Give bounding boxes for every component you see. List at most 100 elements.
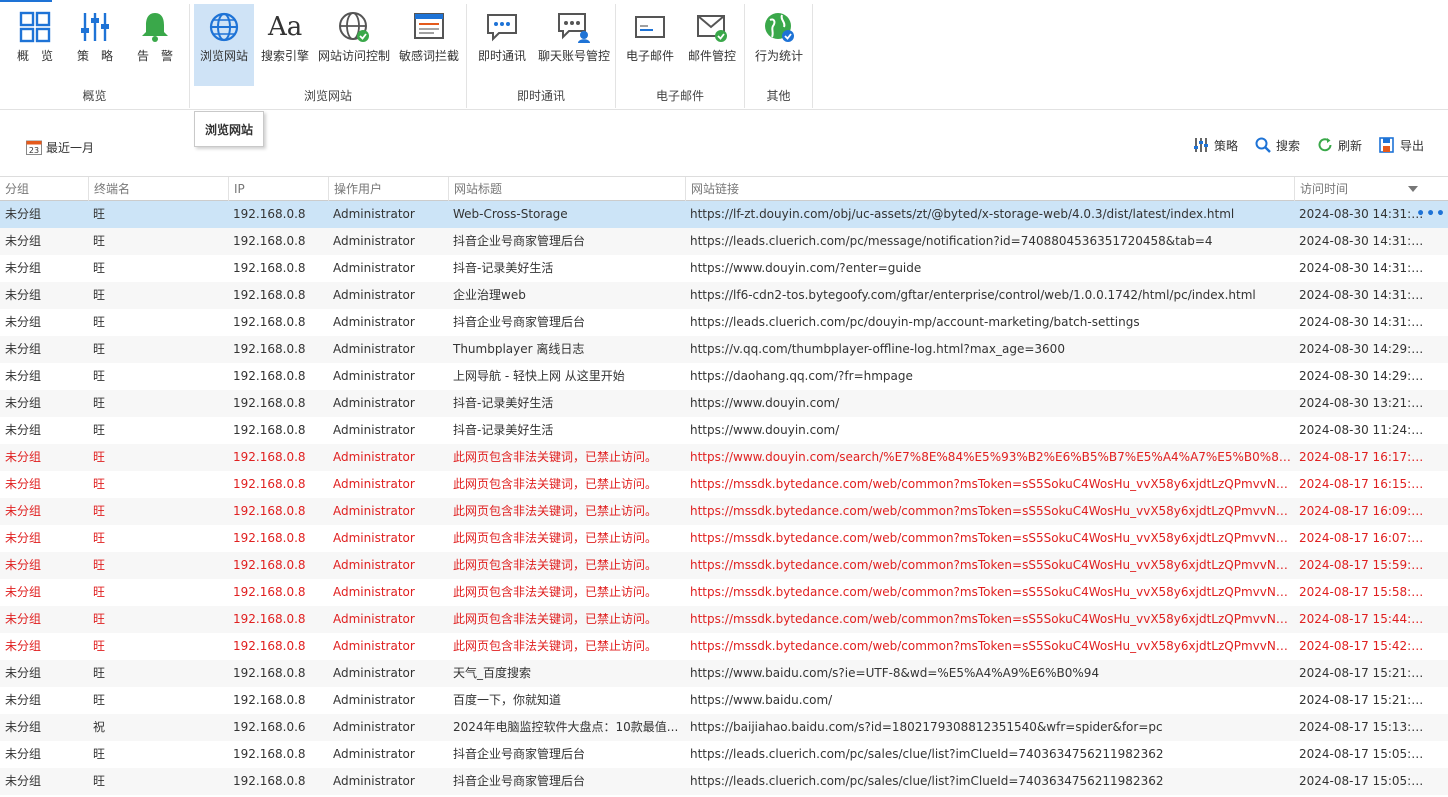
- sort-descending-icon[interactable]: [1408, 186, 1418, 192]
- table-row[interactable]: 未分组 旺 192.168.0.8 Administrator 此网页包含非法关键词，已…: [0, 471, 1448, 498]
- cell-url: https://www.douyin.com/: [690, 396, 840, 410]
- cell-user: Administrator: [333, 288, 415, 302]
- cell-ip: 192.168.0.8: [233, 774, 306, 788]
- cell-time: 2024-08-17 16:15:21: [1299, 477, 1424, 491]
- table-row[interactable]: 未分组 旺 192.168.0.8 Administrator 此网页包含非法关键词，已…: [0, 444, 1448, 471]
- cell-title: 此网页包含非法关键词，已禁止访问。: [453, 450, 658, 464]
- cell-ip: 192.168.0.6: [233, 720, 306, 734]
- search-action-label: 搜索: [1275, 138, 1300, 153]
- table-row[interactable]: 未分组 旺 192.168.0.8 Administrator 此网页包含非法关键词，已…: [0, 498, 1448, 525]
- cell-title: 此网页包含非法关键词，已禁止访问。: [453, 477, 658, 491]
- cell-user: Administrator: [333, 261, 415, 275]
- column-header-group[interactable]: 分组: [0, 177, 88, 201]
- chat-account-control-button-label: 聊天账号管控: [537, 49, 610, 63]
- cell-url: https://leads.cluerich.com/pc/sales/clue…: [690, 747, 1164, 761]
- column-header-title[interactable]: 网站标题: [448, 177, 685, 201]
- cell-ip: 192.168.0.8: [233, 747, 306, 761]
- refresh-action-label: 刷新: [1337, 138, 1362, 153]
- cell-title: 抖音-记录美好生活: [453, 396, 554, 410]
- cell-user: Administrator: [333, 612, 415, 626]
- cell-url: https://mssdk.bytedance.com/web/common?m…: [690, 531, 1294, 545]
- cell-time: 2024-08-17 15:21:04: [1299, 666, 1424, 680]
- table-row[interactable]: 未分组 旺 192.168.0.8 Administrator 此网页包含非法关键词，已…: [0, 552, 1448, 579]
- column-header-terminal[interactable]: 终端名: [88, 177, 228, 201]
- row-more-options-icon[interactable]: •••: [1416, 201, 1446, 228]
- behavior-stats-button[interactable]: 行为统计: [749, 4, 809, 86]
- email-button[interactable]: 电子邮件: [620, 4, 680, 86]
- table-row[interactable]: 未分组 旺 192.168.0.8 Administrator 抖音-记录美好生活 htt…: [0, 417, 1448, 444]
- column-header-url[interactable]: 网站链接: [685, 177, 1294, 201]
- column-header-user[interactable]: 操作用户: [328, 177, 448, 201]
- cell-terminal: 旺: [93, 396, 106, 410]
- browse-website-button[interactable]: 浏览网站: [194, 4, 254, 86]
- column-header-time[interactable]: 访问时间: [1294, 177, 1424, 201]
- policy-button[interactable]: 策 略: [66, 4, 124, 86]
- cell-group: 未分组: [5, 369, 42, 383]
- cell-group: 未分组: [5, 693, 42, 707]
- date-range-filter[interactable]: 23 最近一月: [26, 138, 94, 156]
- table-row[interactable]: 未分组 旺 192.168.0.8 Administrator Web-Cross-St…: [0, 201, 1448, 228]
- globe-icon: [209, 12, 239, 42]
- search-action-button[interactable]: 搜索: [1254, 136, 1300, 154]
- date-range-label: 最近一月: [46, 140, 95, 155]
- policy-action-button[interactable]: 策略: [1192, 136, 1238, 154]
- sensitive-keyword-block-button[interactable]: 敏感词拦截: [394, 4, 464, 86]
- cell-user: Administrator: [333, 720, 415, 734]
- table-row[interactable]: 未分组 旺 192.168.0.8 Administrator 此网页包含非法关键词，已…: [0, 606, 1448, 633]
- table-row[interactable]: 未分组 旺 192.168.0.8 Administrator 上网导航 - 轻快上网 …: [0, 363, 1448, 390]
- table-row[interactable]: 未分组 旺 192.168.0.8 Administrator 此网页包含非法关键词，已…: [0, 579, 1448, 606]
- search-engine-button[interactable]: Aa 搜索引擎: [256, 4, 314, 86]
- cell-ip: 192.168.0.8: [233, 342, 306, 356]
- cell-group: 未分组: [5, 450, 42, 464]
- table-row[interactable]: 未分组 旺 192.168.0.8 Administrator 企业治理web https…: [0, 282, 1448, 309]
- table-row[interactable]: 未分组 旺 192.168.0.8 Administrator 百度一下，你就知道 htt…: [0, 687, 1448, 714]
- table-row[interactable]: 未分组 旺 192.168.0.8 Administrator 此网页包含非法关键词，已…: [0, 633, 1448, 660]
- table-row[interactable]: 未分组 旺 192.168.0.8 Administrator 抖音-记录美好生活 htt…: [0, 390, 1448, 417]
- table-row[interactable]: 未分组 旺 192.168.0.8 Administrator 抖音企业号商家管理后台 h…: [0, 309, 1448, 336]
- cell-ip: 192.168.0.8: [233, 558, 306, 572]
- cell-url: https://mssdk.bytedance.com/web/common?m…: [690, 477, 1294, 491]
- cell-user: Administrator: [333, 396, 415, 410]
- overview-button[interactable]: 概 览: [6, 4, 64, 86]
- cell-ip: 192.168.0.8: [233, 693, 306, 707]
- instant-messaging-button[interactable]: 即时通讯: [471, 4, 533, 86]
- cell-time: 2024-08-30 14:31:30: [1299, 234, 1424, 248]
- refresh-action-button[interactable]: 刷新: [1316, 136, 1362, 154]
- cell-group: 未分组: [5, 612, 42, 626]
- chat-account-control-button[interactable]: 聊天账号管控: [535, 4, 613, 86]
- table-row[interactable]: 未分组 旺 192.168.0.8 Administrator 抖音企业号商家管理后台 h…: [0, 768, 1448, 795]
- search-engine-aa-icon: Aa: [268, 12, 303, 42]
- cell-group: 未分组: [5, 288, 42, 302]
- table-row[interactable]: 未分组 旺 192.168.0.8 Administrator Thumbplayer …: [0, 336, 1448, 363]
- email-control-button[interactable]: 邮件管控: [682, 4, 742, 86]
- ribbon-group-other: 行为统计 其他: [745, 4, 813, 108]
- cell-time: 2024-08-17 15:21:03: [1299, 693, 1424, 707]
- cell-ip: 192.168.0.8: [233, 450, 306, 464]
- cell-terminal: 旺: [93, 369, 106, 383]
- cell-ip: 192.168.0.8: [233, 531, 306, 545]
- cell-url: https://mssdk.bytedance.com/web/common?m…: [690, 504, 1294, 518]
- cell-time: 2024-08-17 15:05:11: [1299, 774, 1424, 788]
- cell-group: 未分组: [5, 477, 42, 491]
- website-access-control-button[interactable]: 网站访问控制: [316, 4, 392, 86]
- cell-group: 未分组: [5, 342, 42, 356]
- cell-title: 上网导航 - 轻快上网 从这里开始: [453, 369, 625, 383]
- table-row[interactable]: 未分组 旺 192.168.0.8 Administrator 天气_百度搜索 https…: [0, 660, 1448, 687]
- alarm-button-label: 告 警: [136, 49, 173, 63]
- cell-group: 未分组: [5, 639, 42, 653]
- cell-url: https://www.douyin.com/?enter=guide: [690, 261, 922, 275]
- table-row[interactable]: 未分组 旺 192.168.0.8 Administrator 此网页包含非法关键词，已…: [0, 525, 1448, 552]
- table-row[interactable]: 未分组 旺 192.168.0.8 Administrator 抖音企业号商家管理后台 h…: [0, 228, 1448, 255]
- cell-title: 抖音-记录美好生活: [453, 261, 554, 275]
- table-row[interactable]: 未分组 旺 192.168.0.8 Administrator 抖音企业号商家管理后台 h…: [0, 741, 1448, 768]
- export-action-button[interactable]: 导出: [1378, 136, 1424, 154]
- behavior-stats-button-label: 行为统计: [754, 49, 803, 63]
- cell-url: https://leads.cluerich.com/pc/message/no…: [690, 234, 1213, 248]
- cell-group: 未分组: [5, 261, 42, 275]
- alarm-button[interactable]: 告 警: [126, 4, 184, 86]
- table-row[interactable]: 未分组 祝 192.168.0.6 Administrator 2024年电脑监控软件大…: [0, 714, 1448, 741]
- cell-terminal: 旺: [93, 261, 106, 275]
- column-header-ip[interactable]: IP: [228, 177, 328, 201]
- cell-title: Thumbplayer 离线日志: [453, 342, 585, 356]
- table-row[interactable]: 未分组 旺 192.168.0.8 Administrator 抖音-记录美好生活 htt…: [0, 255, 1448, 282]
